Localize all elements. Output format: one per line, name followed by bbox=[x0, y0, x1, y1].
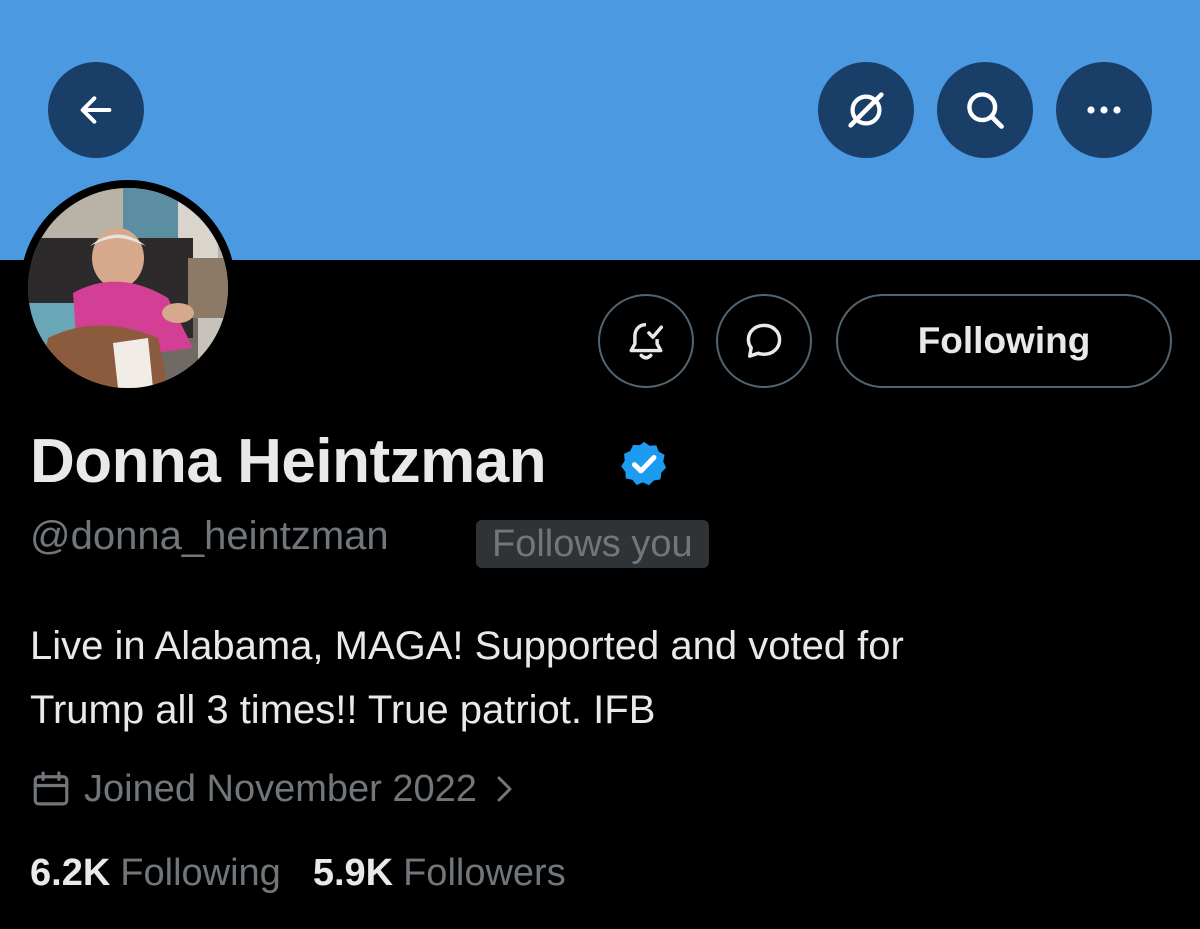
more-horizontal-icon bbox=[1087, 106, 1121, 114]
following-button-label: Following bbox=[917, 320, 1091, 361]
profile-bio: Live in Alabama, MAGA! Supported and vot… bbox=[30, 614, 1170, 742]
joined-date: Joined November 2022 bbox=[84, 767, 477, 810]
calendar-icon bbox=[33, 771, 69, 806]
following-count: 6.2K bbox=[30, 852, 111, 894]
message-bubble-icon bbox=[746, 323, 782, 358]
following-label: Following bbox=[120, 852, 281, 894]
back-button[interactable] bbox=[48, 62, 144, 158]
following-button[interactable]: Following bbox=[836, 294, 1172, 388]
avatar-photo bbox=[28, 188, 228, 388]
following-stat[interactable]: 6.2K Following bbox=[30, 852, 281, 895]
bio-line: Trump all 3 times!! True patriot. IFB bbox=[30, 688, 656, 732]
follows-you-badge: Follows you bbox=[476, 520, 709, 568]
notifications-button[interactable] bbox=[598, 294, 694, 388]
followers-count: 5.9K bbox=[312, 852, 394, 894]
message-button[interactable] bbox=[716, 294, 812, 388]
followers-label: Followers bbox=[403, 852, 566, 894]
bio-line: Live in Alabama, MAGA! Supported and vot… bbox=[30, 624, 904, 668]
more-button[interactable] bbox=[1056, 62, 1152, 158]
chevron-right-icon bbox=[497, 776, 512, 802]
grok-icon bbox=[848, 92, 884, 128]
profile-avatar[interactable] bbox=[20, 180, 236, 396]
followers-stat[interactable]: 5.9K Followers bbox=[313, 852, 566, 895]
search-button[interactable] bbox=[937, 62, 1033, 158]
bell-check-icon bbox=[629, 322, 664, 360]
profile-stats: 6.2K Following 5.9K Followers bbox=[30, 852, 566, 895]
joined-date-row[interactable]: Joined November 2022 bbox=[30, 764, 527, 814]
search-icon bbox=[967, 92, 1004, 129]
arrow-left-icon bbox=[80, 96, 112, 124]
grok-button[interactable] bbox=[818, 62, 914, 158]
profile-handle: @donna_heintzman bbox=[30, 514, 389, 558]
verified-badge-icon bbox=[621, 441, 667, 486]
display-name: Donna Heintzman bbox=[30, 427, 547, 496]
